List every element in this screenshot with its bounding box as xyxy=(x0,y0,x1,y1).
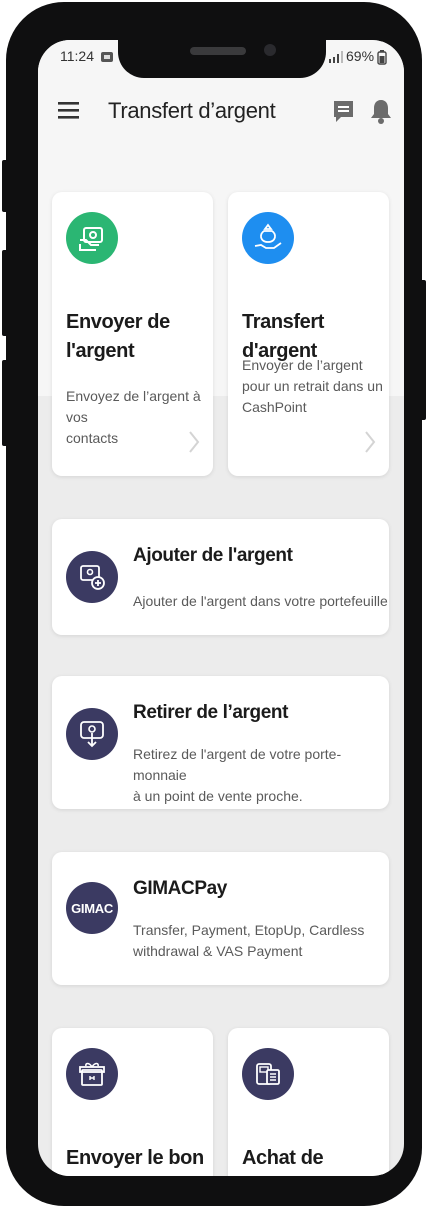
withdraw-money-description: Retirez de l'argent de votre porte-monna… xyxy=(133,744,389,807)
send-money-title-line2: l'argent xyxy=(66,340,135,362)
withdraw-desc-line1: Retirez de l'argent de votre porte-monna… xyxy=(133,746,342,783)
send-money-title-line1: Envoyer de xyxy=(66,311,170,333)
chevron-right-icon xyxy=(189,431,200,453)
transfer-money-description: Envoyer de l’argent pour un retrait dans… xyxy=(242,355,383,418)
buy-currency-card[interactable]: Achat de devises xyxy=(228,1028,389,1176)
notification-bell-icon[interactable] xyxy=(370,98,392,126)
send-money-title: Envoyer de l'argent xyxy=(66,308,170,366)
speaker xyxy=(190,47,246,55)
gimac-logo: GIMAC xyxy=(66,882,118,934)
gimacpay-description: Transfer, Payment, EtopUp, Cardless with… xyxy=(133,920,364,962)
volume-up-button xyxy=(2,250,8,336)
send-voucher-card[interactable]: Envoyer le bon xyxy=(52,1028,213,1176)
front-camera xyxy=(264,44,276,56)
page-title: Transfert d’argent xyxy=(108,98,276,123)
add-money-title: Ajouter de l'argent xyxy=(133,545,293,566)
gimacpay-title: GIMACPay xyxy=(133,878,227,899)
chevron-right-icon xyxy=(365,431,376,453)
power-button xyxy=(420,280,426,420)
gimacpay-card[interactable]: GIMAC GIMACPay Transfer, Payment, EtopUp… xyxy=(52,852,389,985)
status-battery-percent: 69% xyxy=(346,48,375,64)
money-transfer-icon xyxy=(66,212,118,264)
notch xyxy=(118,40,326,78)
currency-exchange-icon xyxy=(242,1048,294,1100)
money-bag-hand-icon xyxy=(242,212,294,264)
buy-currency-title: Achat de devises xyxy=(242,1147,324,1169)
add-money-description: Ajouter de l'argent dans votre portefeui… xyxy=(133,593,388,609)
battery-icon xyxy=(377,50,387,65)
volume-down-button xyxy=(2,360,8,446)
message-icon[interactable] xyxy=(333,100,355,124)
add-money-icon xyxy=(66,551,118,603)
transfer-desc-line1: Envoyer de l’argent xyxy=(242,357,363,373)
gimac-logo-text: GIMAC xyxy=(71,900,113,916)
hamburger-menu-icon[interactable] xyxy=(58,100,80,120)
phone-frame: 11:24 69% Transfert d’argent Envoyer de … xyxy=(2,2,426,1206)
send-voucher-title: Envoyer le bon xyxy=(66,1147,204,1169)
send-money-desc-line2: contacts xyxy=(66,430,119,446)
signal-icon xyxy=(329,51,343,63)
withdraw-desc-line2: à un point de vente proche. xyxy=(133,788,303,804)
withdraw-icon xyxy=(66,708,118,760)
send-money-desc-line1: Envoyez de l’argent à vos xyxy=(66,388,201,425)
withdraw-money-card[interactable]: Retirer de l’argent Retirez de l'argent … xyxy=(52,676,389,809)
transfer-desc-line2: pour un retrait dans un xyxy=(242,378,383,394)
side-button xyxy=(2,160,8,212)
status-time: 11:24 xyxy=(60,48,94,64)
withdraw-money-title: Retirer de l’argent xyxy=(133,702,289,723)
gift-icon xyxy=(66,1048,118,1100)
gimacpay-desc-line2: withdrawal & VAS Payment xyxy=(133,943,303,959)
send-money-card[interactable]: Envoyer de l'argent Envoyez de l’argent … xyxy=(52,192,213,476)
add-money-card[interactable]: Ajouter de l'argent Ajouter de l'argent … xyxy=(52,519,389,635)
transfer-desc-line3: CashPoint xyxy=(242,399,307,415)
transfer-money-card[interactable]: Transfert d'argent Envoyer de l’argent p… xyxy=(228,192,389,476)
gimacpay-desc-line1: Transfer, Payment, EtopUp, Cardless xyxy=(133,922,365,938)
screen: 11:24 69% Transfert d’argent Envoyer de … xyxy=(38,40,404,1176)
sim-icon xyxy=(101,52,113,62)
